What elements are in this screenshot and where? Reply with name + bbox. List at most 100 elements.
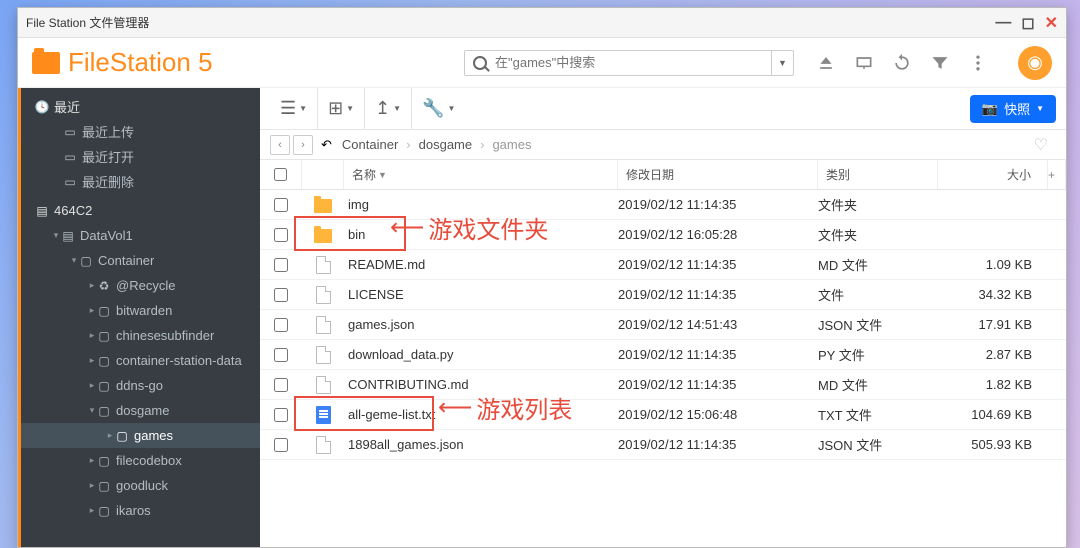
row-checkbox[interactable] bbox=[274, 378, 288, 392]
folder-icon: ▢ bbox=[97, 354, 111, 368]
sidebar-volume-header[interactable]: ▤ 464C2 bbox=[21, 198, 260, 223]
eject-icon[interactable] bbox=[816, 53, 836, 73]
tree-item-games[interactable]: ▸▢games bbox=[21, 423, 260, 448]
file-size: 104.69 KB bbox=[938, 407, 1048, 422]
file-date: 2019/02/12 15:06:48 bbox=[618, 407, 818, 422]
filter-icon[interactable] bbox=[930, 53, 950, 73]
close-button[interactable]: ✕ bbox=[1045, 13, 1058, 33]
nav-back-button[interactable]: ‹ bbox=[270, 135, 290, 155]
tree-item-bitwarden[interactable]: ▸▢bitwarden bbox=[21, 298, 260, 323]
sidebar-recent-item[interactable]: ▭最近删除 bbox=[21, 169, 260, 194]
nav-undo-button[interactable]: ↶ bbox=[321, 137, 332, 153]
snapshot-button[interactable]: 📷 快照 ▼ bbox=[970, 95, 1056, 123]
row-checkbox[interactable] bbox=[274, 258, 288, 272]
view-mode-button[interactable]: ☰▼ bbox=[280, 98, 307, 119]
file-row[interactable]: bin2019/02/12 16:05:28文件夹 bbox=[260, 220, 1066, 250]
sidebar-recent-item[interactable]: ▭最近打开 bbox=[21, 144, 260, 169]
chevron-icon: ▸ bbox=[87, 455, 97, 466]
breadcrumb-item[interactable]: Container bbox=[342, 137, 398, 152]
favorite-icon[interactable]: ♡ bbox=[1034, 135, 1048, 155]
file-icon bbox=[316, 376, 331, 394]
file-size: 2.87 KB bbox=[938, 347, 1048, 362]
nav-forward-button[interactable]: › bbox=[293, 135, 313, 155]
tools-button[interactable]: 🔧▼ bbox=[422, 98, 455, 119]
sidebar-recent-header[interactable]: 🕓 最近 bbox=[21, 94, 260, 119]
file-date: 2019/02/12 11:14:35 bbox=[618, 437, 818, 452]
tree-item-goodluck[interactable]: ▸▢goodluck bbox=[21, 473, 260, 498]
tree-item-recycle[interactable]: ▸♻@Recycle bbox=[21, 273, 260, 298]
file-row[interactable]: games.json2019/02/12 14:51:43JSON 文件17.9… bbox=[260, 310, 1066, 340]
folder-icon: ▢ bbox=[97, 304, 111, 318]
row-checkbox[interactable] bbox=[274, 408, 288, 422]
file-icon bbox=[316, 436, 331, 454]
tree-item-ddnsgo[interactable]: ▸▢ddns-go bbox=[21, 373, 260, 398]
minimize-button[interactable]: — bbox=[995, 14, 1011, 32]
search-dropdown-toggle[interactable]: ▼ bbox=[771, 51, 793, 75]
breadcrumb-item[interactable]: dosgame bbox=[419, 137, 472, 152]
more-icon[interactable] bbox=[968, 53, 988, 73]
folder-icon bbox=[32, 52, 60, 74]
tree-item-dosgame[interactable]: ▾▢dosgame bbox=[21, 398, 260, 423]
tree-item-ikaros[interactable]: ▸▢ikaros bbox=[21, 498, 260, 523]
main-panel: ☰▼ ⊞▼ ↥▼ 🔧▼ 📷 快照 ▼ ‹ bbox=[260, 88, 1066, 547]
file-row[interactable]: download_data.py2019/02/12 11:14:35PY 文件… bbox=[260, 340, 1066, 370]
add-column-button[interactable]: + bbox=[1048, 160, 1066, 189]
search-box[interactable]: ▼ bbox=[464, 50, 794, 76]
sidebar-recent-item[interactable]: ▭最近上传 bbox=[21, 119, 260, 144]
chevron-icon: ▸ bbox=[87, 330, 97, 341]
column-type-header[interactable]: 类别 bbox=[818, 160, 938, 189]
window-title: File Station 文件管理器 bbox=[26, 14, 149, 31]
row-checkbox[interactable] bbox=[274, 228, 288, 242]
row-checkbox[interactable] bbox=[274, 198, 288, 212]
file-name: 1898all_games.json bbox=[344, 437, 618, 452]
file-row[interactable]: README.md2019/02/12 11:14:35MD 文件1.09 KB bbox=[260, 250, 1066, 280]
chevron-icon: ▸ bbox=[87, 305, 97, 316]
column-date-header[interactable]: 修改日期 bbox=[618, 160, 818, 189]
file-icon bbox=[316, 316, 331, 334]
cast-icon[interactable] bbox=[854, 53, 874, 73]
row-checkbox[interactable] bbox=[274, 348, 288, 362]
file-row[interactable]: 1898all_games.json2019/02/12 11:14:35JSO… bbox=[260, 430, 1066, 460]
row-checkbox[interactable] bbox=[274, 288, 288, 302]
file-date: 2019/02/12 14:51:43 bbox=[618, 317, 818, 332]
chevron-icon: ▸ bbox=[87, 280, 97, 291]
topbar: FileStation 5 ▼ ◉ bbox=[18, 38, 1066, 88]
file-type: PY 文件 bbox=[818, 345, 938, 364]
file-grid-header: 名称▼ 修改日期 类别 大小 + bbox=[260, 160, 1066, 190]
file-icon bbox=[316, 346, 331, 364]
folder-icon: ▢ bbox=[79, 254, 93, 268]
column-size-header[interactable]: 大小 bbox=[938, 160, 1048, 189]
file-icon bbox=[316, 256, 331, 274]
doc-icon: ▭ bbox=[63, 175, 77, 189]
titlebar[interactable]: File Station 文件管理器 — ◻ ✕ bbox=[18, 8, 1066, 38]
maximize-button[interactable]: ◻ bbox=[1021, 13, 1034, 33]
file-type: MD 文件 bbox=[818, 375, 938, 394]
select-all-checkbox[interactable] bbox=[274, 168, 287, 181]
refresh-icon[interactable] bbox=[892, 53, 912, 73]
app-logo: FileStation 5 bbox=[32, 47, 213, 78]
file-row[interactable]: img2019/02/12 11:14:35文件夹 bbox=[260, 190, 1066, 220]
folder-icon: ▢ bbox=[97, 504, 111, 518]
chevron-icon: ▸ bbox=[87, 480, 97, 491]
sort-arrow-icon: ▼ bbox=[378, 170, 387, 180]
tree-item-container[interactable]: ▾▢Container bbox=[21, 248, 260, 273]
disk-icon: ▤ bbox=[35, 204, 49, 218]
column-name-header[interactable]: 名称▼ bbox=[344, 160, 618, 189]
tree-item-containerstationdata[interactable]: ▸▢container-station-data bbox=[21, 348, 260, 373]
file-row[interactable]: LICENSE2019/02/12 11:14:35文件34.32 KB bbox=[260, 280, 1066, 310]
folder-icon: ▢ bbox=[97, 454, 111, 468]
search-input[interactable] bbox=[495, 55, 771, 70]
user-avatar[interactable]: ◉ bbox=[1018, 46, 1052, 80]
file-row[interactable]: all-geme-list.txt2019/02/12 15:06:48TXT … bbox=[260, 400, 1066, 430]
tree-item-filecodebox[interactable]: ▸▢filecodebox bbox=[21, 448, 260, 473]
file-name: games.json bbox=[344, 317, 618, 332]
sidebar-datavol[interactable]: ▾ ▤ DataVol1 bbox=[21, 223, 260, 248]
upload-button[interactable]: ↥▼ bbox=[375, 98, 401, 119]
tree-item-chinesesubfinder[interactable]: ▸▢chinesesubfinder bbox=[21, 323, 260, 348]
new-folder-button[interactable]: ⊞▼ bbox=[328, 98, 354, 119]
row-checkbox[interactable] bbox=[274, 318, 288, 332]
chevron-icon: ▸ bbox=[87, 505, 97, 516]
file-row[interactable]: CONTRIBUTING.md2019/02/12 11:14:35MD 文件1… bbox=[260, 370, 1066, 400]
folder-icon: ▢ bbox=[115, 429, 129, 443]
row-checkbox[interactable] bbox=[274, 438, 288, 452]
